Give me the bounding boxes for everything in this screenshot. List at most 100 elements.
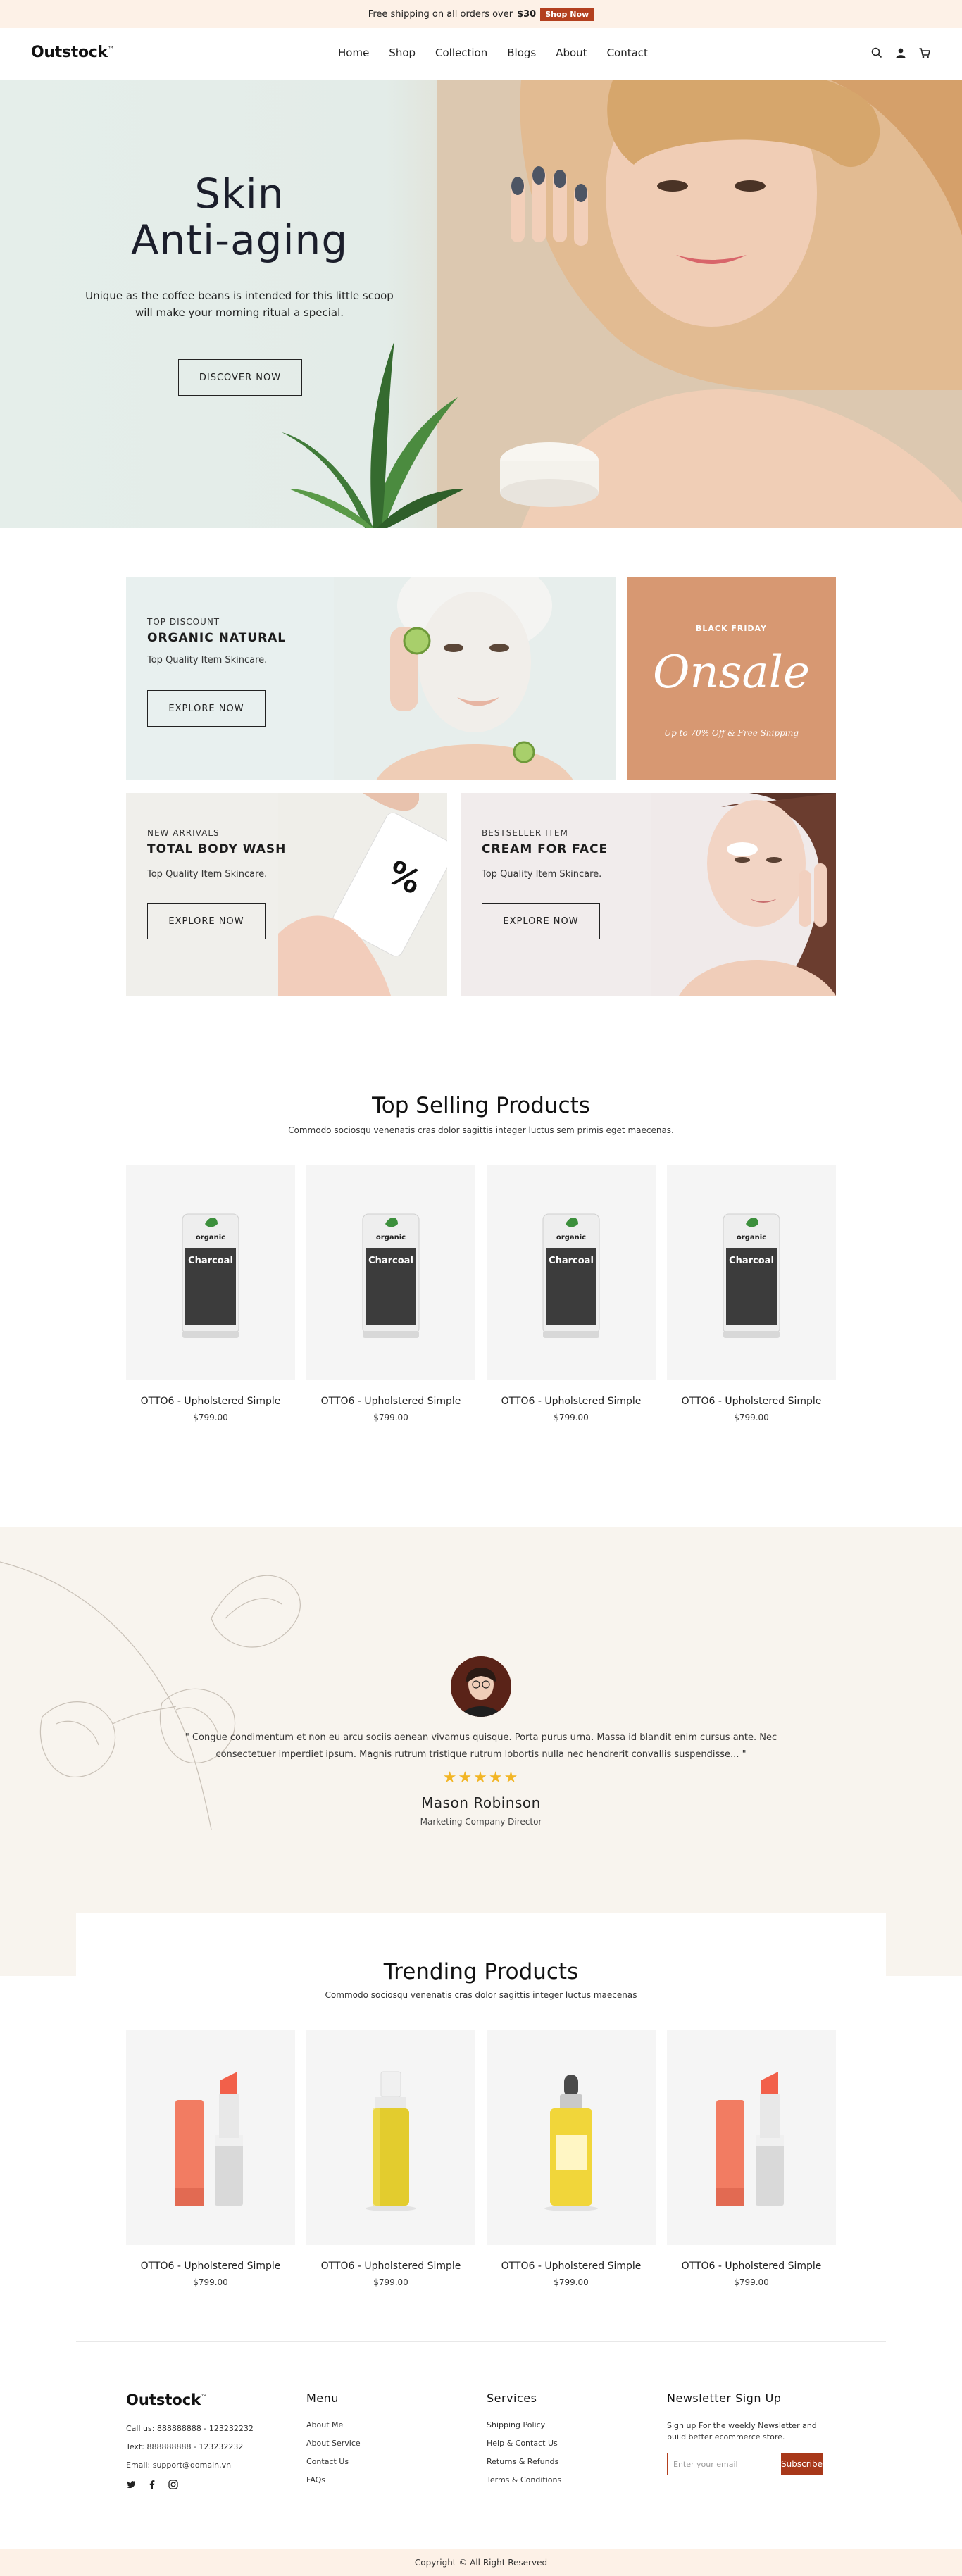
plant-leaves-image xyxy=(282,341,465,528)
footer-link-contact-us[interactable]: Contact Us xyxy=(306,2457,361,2467)
nav-shop[interactable]: Shop xyxy=(389,46,416,59)
user-icon[interactable] xyxy=(894,46,907,59)
footer-text: Text: 888888888 - 123232232 xyxy=(126,2442,244,2451)
footer-phone: Call us: 888888888 - 123232232 xyxy=(126,2424,254,2433)
product-price: $799.00 xyxy=(734,2277,769,2287)
main-nav: Home Shop Collection Blogs About Contact xyxy=(338,46,648,59)
banner-onsale[interactable]: BLACK FRIDAY Onsale Up to 70% Off & Free… xyxy=(627,577,836,780)
banner1-title: ORGANIC NATURAL xyxy=(147,631,287,645)
product-price: $799.00 xyxy=(734,1413,769,1423)
banner1-explore-button[interactable]: EXPLORE NOW xyxy=(147,690,266,727)
product-name[interactable]: OTTO6 - Upholstered Simple xyxy=(306,2261,475,2272)
product-image[interactable] xyxy=(126,2030,295,2245)
product-name[interactable]: OTTO6 - Upholstered Simple xyxy=(306,1396,475,1407)
footer-link-returns-refunds[interactable]: Returns & Refunds xyxy=(487,2457,561,2467)
hero-banner: Skin Anti-aging Unique as the coffee bea… xyxy=(0,80,962,528)
footer-link-about-service[interactable]: About Service xyxy=(306,2439,361,2449)
footer-menu-column: Menu About Me About Service Contact Us F… xyxy=(306,2391,361,2494)
product-name[interactable]: OTTO6 - Upholstered Simple xyxy=(667,2261,836,2272)
product-image[interactable]: organic Charcoal xyxy=(487,1165,656,1380)
avatar xyxy=(451,1656,511,1717)
hero-title-line2: Anti-aging xyxy=(130,216,349,264)
footer-link-faqs[interactable]: FAQs xyxy=(306,2475,361,2485)
product-card[interactable]: organic Charcoal OTTO6 - Upholstered Sim… xyxy=(667,1165,836,1423)
product-image[interactable]: organic Charcoal xyxy=(306,1165,475,1380)
banner3-title: TOTAL BODY WASH xyxy=(147,842,287,856)
rating-stars: ★★★★★ xyxy=(442,1769,520,1787)
banner-cream-for-face[interactable]: BESTSELLER ITEM CREAM FOR FACE Top Quali… xyxy=(461,793,836,996)
product-image[interactable] xyxy=(487,2030,656,2245)
social-links xyxy=(126,2479,254,2489)
site-header: Outstock™ Home Shop Collection Blogs Abo… xyxy=(0,28,962,80)
trending-subtitle: Commodo sociosqu venenatis cras dolor sa… xyxy=(325,1990,637,2000)
footer-contact-column: Outstock™ Call us: 888888888 - 123232232… xyxy=(126,2391,254,2489)
product-image[interactable] xyxy=(667,2030,836,2245)
footer-menu-title: Menu xyxy=(306,2391,339,2405)
instagram-icon[interactable] xyxy=(168,2479,178,2489)
onsale-eyebrow: BLACK FRIDAY xyxy=(696,624,767,633)
nav-home[interactable]: Home xyxy=(338,46,369,59)
newsletter-title: Newsletter Sign Up xyxy=(667,2391,782,2405)
nav-blogs[interactable]: Blogs xyxy=(507,46,536,59)
product-card[interactable]: organic Charcoal OTTO6 - Upholstered Sim… xyxy=(487,1165,656,1423)
product-card[interactable]: organic Charcoal OTTO6 - Upholstered Sim… xyxy=(306,1165,475,1423)
footer-email[interactable]: Email: support@domain.vn xyxy=(126,2461,254,2470)
footer-logo[interactable]: Outstock™ xyxy=(126,2391,254,2408)
product-name[interactable]: OTTO6 - Upholstered Simple xyxy=(487,2261,656,2272)
product-card[interactable]: OTTO6 - Upholstered Simple $799.00 xyxy=(306,2030,475,2287)
footer-divider xyxy=(76,2341,886,2342)
subscribe-button[interactable]: Subscribe xyxy=(781,2453,823,2475)
onsale-script: Onsale xyxy=(652,646,811,699)
charcoal-tube-image: organic Charcoal xyxy=(362,1213,420,1338)
product-image[interactable]: organic Charcoal xyxy=(126,1165,295,1380)
newsletter-form: Subscribe xyxy=(667,2453,823,2475)
footer-newsletter-column: Newsletter Sign Up Sign up For the weekl… xyxy=(667,2391,827,2475)
tube-brand: organic xyxy=(196,1234,225,1242)
product-price: $799.00 xyxy=(554,1413,589,1423)
discover-now-button[interactable]: DISCOVER NOW xyxy=(178,359,302,396)
body-wash-product-image: % xyxy=(278,793,447,996)
product-name[interactable]: OTTO6 - Upholstered Simple xyxy=(487,1396,656,1407)
banner3-desc: Top Quality Item Skincare. xyxy=(147,869,268,880)
product-card[interactable]: organic Charcoal OTTO6 - Upholstered Sim… xyxy=(126,1165,295,1423)
banner4-explore-button[interactable]: EXPLORE NOW xyxy=(482,903,600,939)
facebook-icon[interactable] xyxy=(147,2479,157,2489)
twitter-icon[interactable] xyxy=(126,2479,136,2489)
testimonial-section: " Congue condimentum et non eu arcu soci… xyxy=(0,1527,962,1976)
lipstick-image xyxy=(175,2072,243,2206)
product-card[interactable]: OTTO6 - Upholstered Simple $799.00 xyxy=(667,2030,836,2287)
copyright-text: Copyright © All Right Reserved xyxy=(414,2558,548,2568)
product-image[interactable]: organic Charcoal xyxy=(667,1165,836,1380)
search-icon[interactable] xyxy=(870,46,883,59)
logo[interactable]: Outstock™ xyxy=(31,44,114,61)
nav-contact[interactable]: Contact xyxy=(607,46,648,59)
product-name[interactable]: OTTO6 - Upholstered Simple xyxy=(667,1396,836,1407)
banner-organic-natural[interactable]: TOP DISCOUNT ORGANIC NATURAL Top Quality… xyxy=(126,577,616,780)
footer-link-shipping-policy[interactable]: Shipping Policy xyxy=(487,2420,561,2430)
tube-name: Charcoal xyxy=(368,1256,413,1266)
nav-about[interactable]: About xyxy=(556,46,587,59)
banner-total-body-wash[interactable]: % NEW ARRIVALS TOTAL BODY WASH Top Quali… xyxy=(126,793,447,996)
logo-text: Outstock xyxy=(31,44,108,61)
newsletter-email-input[interactable] xyxy=(667,2453,781,2475)
product-price: $799.00 xyxy=(193,2277,228,2287)
product-image[interactable] xyxy=(306,2030,475,2245)
banner3-eyebrow: NEW ARRIVALS xyxy=(147,828,220,838)
logo-mark: ™ xyxy=(107,46,114,54)
product-name[interactable]: OTTO6 - Upholstered Simple xyxy=(126,2261,295,2272)
shop-now-button[interactable]: Shop Now xyxy=(540,7,594,21)
banner4-eyebrow: BESTSELLER ITEM xyxy=(482,828,568,838)
nav-collection[interactable]: Collection xyxy=(435,46,487,59)
top-selling-subtitle: Commodo sociosqu venenatis cras dolor sa… xyxy=(288,1125,674,1135)
product-card[interactable]: OTTO6 - Upholstered Simple $799.00 xyxy=(126,2030,295,2287)
product-card[interactable]: OTTO6 - Upholstered Simple $799.00 xyxy=(487,2030,656,2287)
banner3-explore-button[interactable]: EXPLORE NOW xyxy=(147,903,266,939)
footer-link-terms[interactable]: Terms & Conditions xyxy=(487,2475,561,2485)
tube-name: Charcoal xyxy=(729,1256,774,1266)
footer-link-help-contact[interactable]: Help & Contact Us xyxy=(487,2439,561,2449)
product-name[interactable]: OTTO6 - Upholstered Simple xyxy=(126,1396,295,1407)
product-price: $799.00 xyxy=(193,1413,228,1423)
cart-icon[interactable] xyxy=(918,46,931,59)
hero-title: Skin Anti-aging xyxy=(70,170,408,263)
footer-link-about-me[interactable]: About Me xyxy=(306,2420,361,2430)
